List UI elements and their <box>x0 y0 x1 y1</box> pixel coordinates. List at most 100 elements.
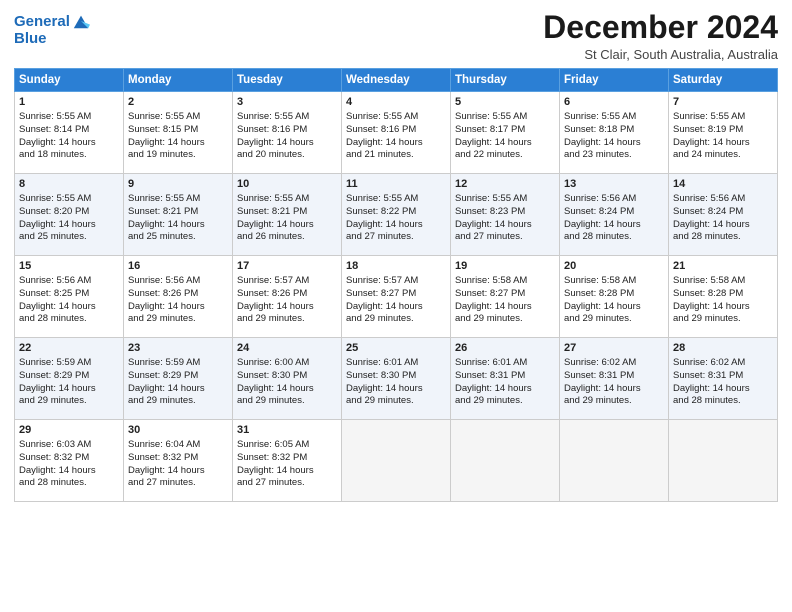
day-number: 1 <box>19 95 119 110</box>
day-info-line: Sunset: 8:30 PM <box>237 370 337 383</box>
day-info-line: and 28 minutes. <box>564 231 664 244</box>
day-info-line: Daylight: 14 hours <box>237 383 337 396</box>
day-info-line: Daylight: 14 hours <box>237 465 337 478</box>
day-info-line: Daylight: 14 hours <box>237 219 337 232</box>
day-header-saturday: Saturday <box>669 69 778 92</box>
title-block: December 2024 St Clair, South Australia,… <box>543 10 778 62</box>
day-info-line: Sunset: 8:26 PM <box>237 288 337 301</box>
calendar-cell: 22Sunrise: 5:59 AMSunset: 8:29 PMDayligh… <box>15 338 124 420</box>
day-info-line: Sunset: 8:23 PM <box>455 206 555 219</box>
day-info-line: Sunset: 8:31 PM <box>564 370 664 383</box>
day-info-line: and 29 minutes. <box>19 395 119 408</box>
day-info-line: and 29 minutes. <box>346 395 446 408</box>
day-info-line: and 27 minutes. <box>128 477 228 490</box>
calendar-cell <box>669 420 778 502</box>
day-info-line: and 29 minutes. <box>673 313 773 326</box>
day-info-line: and 29 minutes. <box>564 395 664 408</box>
day-info-line: Daylight: 14 hours <box>19 465 119 478</box>
day-number: 2 <box>128 95 228 110</box>
logo-text-line2: Blue <box>14 31 90 48</box>
day-info-line: Sunset: 8:29 PM <box>19 370 119 383</box>
day-number: 13 <box>564 177 664 192</box>
day-info-line: and 25 minutes. <box>19 231 119 244</box>
calendar-cell: 1Sunrise: 5:55 AMSunset: 8:14 PMDaylight… <box>15 92 124 174</box>
day-info-line: Sunset: 8:28 PM <box>673 288 773 301</box>
day-info-line: Daylight: 14 hours <box>673 137 773 150</box>
day-number: 15 <box>19 259 119 274</box>
day-number: 24 <box>237 341 337 356</box>
day-info-line: Sunrise: 5:59 AM <box>128 357 228 370</box>
day-info-line: Sunset: 8:24 PM <box>564 206 664 219</box>
day-info-line: and 28 minutes. <box>19 313 119 326</box>
calendar-cell: 31Sunrise: 6:05 AMSunset: 8:32 PMDayligh… <box>233 420 342 502</box>
day-info-line: Daylight: 14 hours <box>346 137 446 150</box>
day-info-line: Sunset: 8:32 PM <box>19 452 119 465</box>
day-number: 11 <box>346 177 446 192</box>
day-info-line: and 19 minutes. <box>128 149 228 162</box>
day-number: 4 <box>346 95 446 110</box>
calendar-cell: 3Sunrise: 5:55 AMSunset: 8:16 PMDaylight… <box>233 92 342 174</box>
day-info-line: Sunrise: 5:58 AM <box>564 275 664 288</box>
day-info-line: and 22 minutes. <box>455 149 555 162</box>
calendar-cell: 17Sunrise: 5:57 AMSunset: 8:26 PMDayligh… <box>233 256 342 338</box>
calendar-cell: 16Sunrise: 5:56 AMSunset: 8:26 PMDayligh… <box>124 256 233 338</box>
day-info-line: Sunrise: 6:00 AM <box>237 357 337 370</box>
day-number: 5 <box>455 95 555 110</box>
day-number: 29 <box>19 423 119 438</box>
day-number: 9 <box>128 177 228 192</box>
calendar-cell: 30Sunrise: 6:04 AMSunset: 8:32 PMDayligh… <box>124 420 233 502</box>
day-info-line: Sunset: 8:32 PM <box>237 452 337 465</box>
calendar-week-row: 29Sunrise: 6:03 AMSunset: 8:32 PMDayligh… <box>15 420 778 502</box>
day-info-line: Daylight: 14 hours <box>455 219 555 232</box>
day-info-line: and 21 minutes. <box>346 149 446 162</box>
day-info-line: and 27 minutes. <box>237 477 337 490</box>
day-info-line: Sunset: 8:31 PM <box>673 370 773 383</box>
day-info-line: and 20 minutes. <box>237 149 337 162</box>
day-number: 18 <box>346 259 446 274</box>
day-info-line: Sunrise: 5:55 AM <box>346 111 446 124</box>
day-info-line: Daylight: 14 hours <box>19 383 119 396</box>
day-info-line: Sunrise: 5:59 AM <box>19 357 119 370</box>
day-info-line: Sunset: 8:30 PM <box>346 370 446 383</box>
day-info-line: Sunrise: 5:55 AM <box>237 111 337 124</box>
day-number: 31 <box>237 423 337 438</box>
day-info-line: and 29 minutes. <box>455 395 555 408</box>
day-number: 14 <box>673 177 773 192</box>
calendar-cell: 14Sunrise: 5:56 AMSunset: 8:24 PMDayligh… <box>669 174 778 256</box>
calendar-cell: 19Sunrise: 5:58 AMSunset: 8:27 PMDayligh… <box>451 256 560 338</box>
day-info-line: Sunrise: 5:58 AM <box>673 275 773 288</box>
calendar: SundayMondayTuesdayWednesdayThursdayFrid… <box>14 68 778 502</box>
day-header-wednesday: Wednesday <box>342 69 451 92</box>
day-info-line: Sunset: 8:27 PM <box>455 288 555 301</box>
day-info-line: Sunrise: 5:56 AM <box>128 275 228 288</box>
day-info-line: Daylight: 14 hours <box>673 301 773 314</box>
day-info-line: Sunrise: 6:03 AM <box>19 439 119 452</box>
calendar-cell: 11Sunrise: 5:55 AMSunset: 8:22 PMDayligh… <box>342 174 451 256</box>
day-info-line: Daylight: 14 hours <box>19 137 119 150</box>
day-info-line: Daylight: 14 hours <box>128 383 228 396</box>
day-info-line: Sunrise: 6:02 AM <box>673 357 773 370</box>
day-info-line: Sunrise: 6:01 AM <box>346 357 446 370</box>
day-info-line: Sunrise: 5:57 AM <box>346 275 446 288</box>
day-number: 26 <box>455 341 555 356</box>
logo: General Blue <box>14 14 90 47</box>
calendar-cell: 18Sunrise: 5:57 AMSunset: 8:27 PMDayligh… <box>342 256 451 338</box>
calendar-week-row: 15Sunrise: 5:56 AMSunset: 8:25 PMDayligh… <box>15 256 778 338</box>
day-number: 27 <box>564 341 664 356</box>
calendar-week-row: 1Sunrise: 5:55 AMSunset: 8:14 PMDaylight… <box>15 92 778 174</box>
day-info-line: and 29 minutes. <box>455 313 555 326</box>
day-info-line: Sunset: 8:26 PM <box>128 288 228 301</box>
calendar-cell: 28Sunrise: 6:02 AMSunset: 8:31 PMDayligh… <box>669 338 778 420</box>
day-info-line: Sunrise: 5:56 AM <box>564 193 664 206</box>
day-info-line: and 28 minutes. <box>19 477 119 490</box>
day-number: 16 <box>128 259 228 274</box>
calendar-cell: 27Sunrise: 6:02 AMSunset: 8:31 PMDayligh… <box>560 338 669 420</box>
day-info-line: Daylight: 14 hours <box>128 219 228 232</box>
day-info-line: and 29 minutes. <box>128 395 228 408</box>
day-info-line: and 25 minutes. <box>128 231 228 244</box>
day-info-line: and 24 minutes. <box>673 149 773 162</box>
calendar-cell: 9Sunrise: 5:55 AMSunset: 8:21 PMDaylight… <box>124 174 233 256</box>
day-info-line: Daylight: 14 hours <box>455 137 555 150</box>
day-number: 28 <box>673 341 773 356</box>
day-header-thursday: Thursday <box>451 69 560 92</box>
